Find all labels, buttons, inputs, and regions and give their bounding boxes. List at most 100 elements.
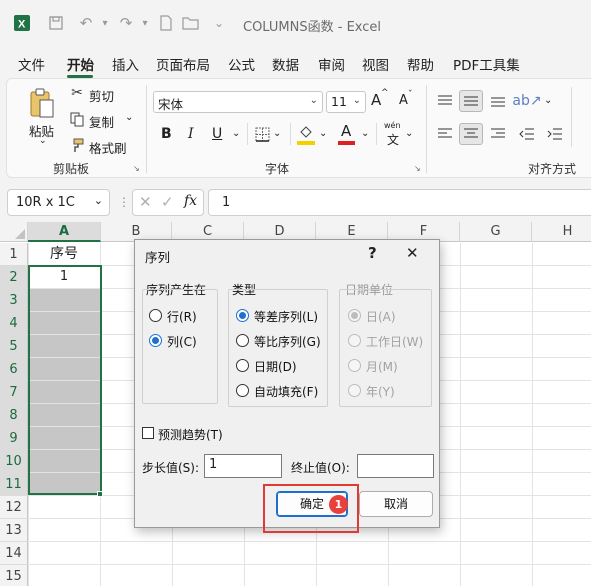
cell-a1[interactable]: 序号: [28, 243, 101, 266]
copy-dropdown-icon[interactable]: ⌄: [125, 112, 133, 123]
shrink-font-button[interactable]: A: [399, 93, 408, 108]
font-size-combo[interactable]: 11 ⌄: [326, 91, 366, 113]
font-launcher-icon[interactable]: ↘: [414, 164, 421, 173]
step-value-input[interactable]: 1: [204, 454, 282, 478]
font-color-swatch: [338, 141, 355, 145]
row-header[interactable]: 13: [0, 519, 28, 542]
fill-color-icon[interactable]: [297, 123, 315, 141]
row-header[interactable]: 6: [0, 358, 28, 381]
radio-rows-label[interactable]: 行(R): [167, 308, 197, 325]
radio-date[interactable]: [236, 359, 249, 372]
cancel-icon[interactable]: ✕: [139, 193, 152, 211]
open-folder-icon[interactable]: [180, 12, 202, 34]
align-bottom-icon[interactable]: [488, 91, 508, 111]
increase-indent-icon[interactable]: [545, 124, 565, 144]
chevron-down-icon: ⌄: [309, 95, 318, 106]
column-header-g[interactable]: G: [460, 222, 532, 242]
orientation-dropdown-icon[interactable]: ⌄: [544, 95, 552, 106]
radio-linear-label[interactable]: 等差序列(L): [254, 308, 318, 325]
scissors-icon[interactable]: ✂: [69, 85, 85, 101]
select-all-corner[interactable]: [0, 222, 28, 242]
trend-label[interactable]: 预测趋势(T): [158, 426, 223, 443]
clipboard-launcher-icon[interactable]: ↘: [133, 164, 140, 173]
grow-font-button[interactable]: A: [371, 91, 381, 109]
align-center-icon[interactable]: [459, 123, 483, 145]
radio-rows[interactable]: [149, 309, 162, 322]
row-header[interactable]: 3: [0, 289, 28, 312]
row-header[interactable]: 8: [0, 404, 28, 427]
row-header[interactable]: 12: [0, 496, 28, 519]
tab-review[interactable]: 审阅: [318, 54, 345, 74]
redo-dropdown-icon[interactable]: ▾: [134, 12, 156, 34]
radio-autofill-label[interactable]: 自动填充(F): [254, 383, 318, 400]
column-header-a[interactable]: A: [28, 222, 101, 242]
save-icon[interactable]: [45, 12, 67, 34]
align-right-icon[interactable]: [488, 124, 508, 144]
row-header[interactable]: 4: [0, 312, 28, 335]
font-name-combo[interactable]: 宋体 ⌄: [153, 91, 323, 113]
row-header[interactable]: 15: [0, 565, 28, 586]
trend-checkbox[interactable]: [142, 427, 154, 439]
name-box[interactable]: 10R x 1C ⌄: [7, 189, 110, 216]
paste-dropdown-icon[interactable]: ⌄: [39, 136, 47, 146]
radio-columns[interactable]: [149, 334, 162, 347]
borders-dropdown-icon[interactable]: ⌄: [273, 128, 281, 139]
radio-date-label[interactable]: 日期(D): [254, 358, 297, 375]
row-header[interactable]: 5: [0, 335, 28, 358]
align-top-icon[interactable]: [435, 91, 455, 111]
stop-value-input[interactable]: [357, 454, 434, 478]
help-button[interactable]: ?: [368, 244, 377, 262]
copy-button[interactable]: 复制: [89, 112, 114, 131]
undo-dropdown-icon[interactable]: ▾: [94, 12, 116, 34]
tab-insert[interactable]: 插入: [112, 54, 139, 74]
formula-input[interactable]: 1: [208, 189, 591, 216]
align-left-icon[interactable]: [435, 124, 455, 144]
fill-color-dropdown-icon[interactable]: ⌄: [319, 128, 327, 139]
copy-icon[interactable]: [69, 111, 85, 127]
font-color-button[interactable]: A: [341, 122, 351, 140]
decrease-indent-icon[interactable]: [517, 124, 537, 144]
radio-linear[interactable]: [236, 309, 249, 322]
align-middle-icon[interactable]: [459, 90, 483, 112]
phonetic-dropdown-icon[interactable]: ⌄: [405, 128, 413, 139]
column-header-h[interactable]: H: [532, 222, 591, 242]
cut-button[interactable]: 剪切: [89, 86, 114, 105]
row-header[interactable]: 9: [0, 427, 28, 450]
tab-pdf-tools[interactable]: PDF工具集: [453, 54, 520, 74]
close-icon[interactable]: ✕: [406, 244, 419, 262]
tab-formulas[interactable]: 公式: [228, 54, 255, 74]
phonetic-button[interactable]: wén: [384, 121, 401, 130]
tab-data[interactable]: 数据: [272, 54, 299, 74]
radio-growth-label[interactable]: 等比序列(G): [254, 333, 321, 350]
row-header[interactable]: 11: [0, 473, 28, 496]
row-header[interactable]: 2: [0, 266, 28, 289]
new-file-icon[interactable]: [155, 12, 177, 34]
underline-button[interactable]: U: [212, 126, 222, 142]
italic-button[interactable]: I: [188, 126, 194, 142]
insert-function-button[interactable]: fx: [184, 193, 197, 209]
cancel-button[interactable]: 取消: [359, 491, 433, 517]
row-header[interactable]: 10: [0, 450, 28, 473]
format-painter-button[interactable]: 格式刷: [89, 138, 127, 157]
tab-view[interactable]: 视图: [362, 54, 389, 74]
paste-icon[interactable]: [27, 87, 57, 119]
tab-file[interactable]: 文件: [18, 54, 45, 74]
enter-icon[interactable]: ✓: [161, 193, 174, 211]
underline-dropdown-icon[interactable]: ⌄: [232, 128, 240, 139]
radio-columns-label[interactable]: 列(C): [167, 333, 197, 350]
row-header[interactable]: 1: [0, 243, 28, 266]
radio-autofill[interactable]: [236, 384, 249, 397]
borders-icon[interactable]: [253, 125, 271, 143]
customize-toolbar-icon[interactable]: ⌄: [208, 12, 230, 34]
tab-help[interactable]: 帮助: [407, 54, 434, 74]
bold-button[interactable]: B: [161, 126, 172, 142]
tab-page-layout[interactable]: 页面布局: [156, 54, 210, 74]
text-orientation-icon[interactable]: ab↗: [512, 91, 541, 111]
radio-growth[interactable]: [236, 334, 249, 347]
fill-handle[interactable]: [97, 491, 103, 497]
font-color-dropdown-icon[interactable]: ⌄: [361, 128, 369, 139]
row-header[interactable]: 7: [0, 381, 28, 404]
row-header[interactable]: 14: [0, 542, 28, 565]
tab-home[interactable]: 开始: [67, 54, 94, 74]
format-painter-icon[interactable]: [69, 137, 85, 153]
